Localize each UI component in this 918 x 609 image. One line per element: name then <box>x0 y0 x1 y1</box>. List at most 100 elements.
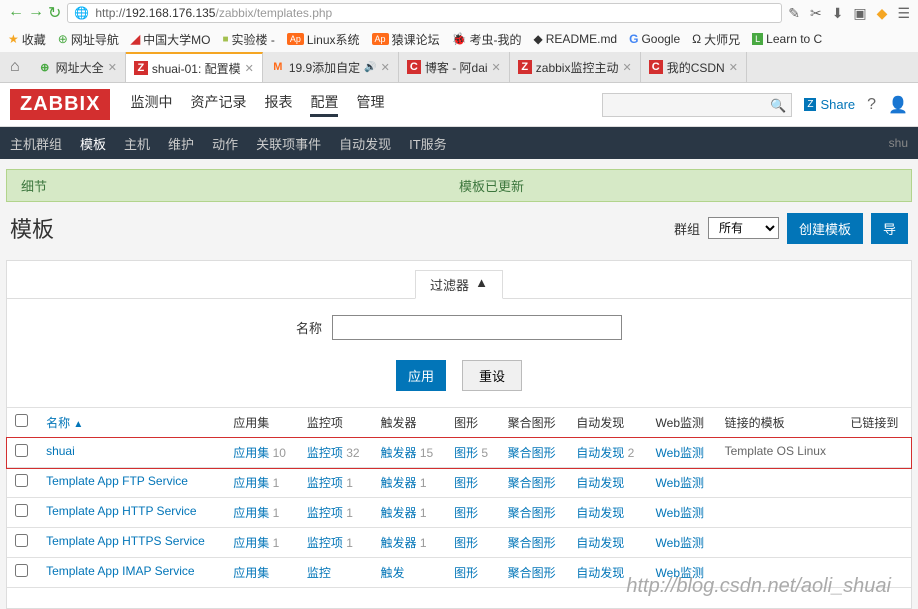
cell-link[interactable]: 触发器 <box>380 536 416 550</box>
cell-link[interactable]: Web监测 <box>656 536 704 550</box>
close-icon[interactable]: ✕ <box>381 61 390 74</box>
browser-tab[interactable]: C我的CSDN✕ <box>641 52 747 82</box>
cell-link[interactable]: 自动发现 <box>576 476 624 490</box>
cell-link[interactable]: Web监测 <box>656 446 704 460</box>
cell-link[interactable]: 图形 <box>454 566 478 580</box>
sound-icon[interactable]: 🔊 <box>364 62 376 73</box>
select-all-checkbox[interactable] <box>15 414 28 427</box>
forward-icon[interactable]: → <box>28 3 44 23</box>
status-detail-link[interactable]: 细节 <box>21 176 459 195</box>
row-checkbox[interactable] <box>15 564 28 577</box>
search-icon[interactable]: 🔍 <box>770 98 786 114</box>
subnav-item[interactable]: 主机群组 <box>10 127 62 160</box>
mainnav-item[interactable]: 配置 <box>310 92 338 117</box>
row-checkbox[interactable] <box>15 534 28 547</box>
cell-link[interactable]: 监控项 <box>307 506 343 520</box>
bookmark-item[interactable]: 🐞考虫-我的 <box>452 31 522 48</box>
download-icon[interactable]: ⬇ <box>832 5 844 22</box>
group-select[interactable]: 所有 <box>708 217 779 239</box>
bookmark-item[interactable]: Ω大师兄 <box>692 31 740 48</box>
reload-icon[interactable]: ↻ <box>48 3 61 23</box>
url-bar[interactable]: 🌐 http:// 192.168.176.135 /zabbix/templa… <box>67 3 782 23</box>
user-icon[interactable]: 👤 <box>888 95 908 115</box>
cell-link[interactable]: 自动发现 <box>576 446 624 460</box>
close-icon[interactable]: ✕ <box>245 62 254 75</box>
cell-link[interactable]: Web监测 <box>656 506 704 520</box>
back-icon[interactable]: ← <box>8 3 24 23</box>
cell-link[interactable]: Web监测 <box>656 566 704 580</box>
search-input[interactable] <box>602 93 792 117</box>
row-checkbox[interactable] <box>15 504 28 517</box>
cell-link[interactable]: 应用集 <box>233 506 269 520</box>
cell-link[interactable]: 应用集 <box>233 446 269 460</box>
bookmark-item[interactable]: ⊕网址导航 <box>58 31 119 48</box>
bookmark-item[interactable]: Ap猿课论坛 <box>372 31 440 48</box>
create-template-button[interactable]: 创建模板 <box>787 213 863 244</box>
extension-icon[interactable]: ◆ <box>877 5 888 22</box>
menu-icon[interactable]: ☰ <box>897 5 910 22</box>
import-button[interactable]: 导 <box>871 213 908 244</box>
bookmark-item[interactable]: ApLinux系统 <box>287 31 360 48</box>
close-icon[interactable]: ✕ <box>108 61 117 74</box>
cell-link[interactable]: 监控 <box>307 566 331 580</box>
close-icon[interactable]: ✕ <box>729 61 738 74</box>
scissors-icon[interactable]: ✂ <box>810 5 822 22</box>
cell-link[interactable]: 监控项 <box>307 476 343 490</box>
close-icon[interactable]: ✕ <box>492 61 501 74</box>
cell-link[interactable]: 触发器 <box>380 506 416 520</box>
cell-link[interactable]: 监控项 <box>307 446 343 460</box>
cell-link[interactable]: Web监测 <box>656 476 704 490</box>
home-icon[interactable]: ⌂ <box>0 52 30 82</box>
template-name-link[interactable]: Template App HTTPS Service <box>46 534 205 548</box>
translate-icon[interactable]: ▣ <box>853 5 866 22</box>
row-checkbox[interactable] <box>15 474 28 487</box>
bookmark-item[interactable]: ◢中国大学MO <box>131 31 211 48</box>
subnav-item[interactable]: 模板 <box>80 127 106 160</box>
bookmark-item[interactable]: LLearn to C <box>752 32 822 46</box>
browser-tab[interactable]: Zshuai-01: 配置模✕ <box>126 52 263 82</box>
template-name-link[interactable]: Template App IMAP Service <box>46 564 195 578</box>
cell-link[interactable]: 触发器 <box>380 446 416 460</box>
cell-link[interactable]: 应用集 <box>233 566 269 580</box>
cell-link[interactable]: 聚合图形 <box>508 506 556 520</box>
browser-tab[interactable]: M19.9添加自定🔊✕ <box>263 52 399 82</box>
browser-tab[interactable]: Zzabbix监控主动✕ <box>510 52 641 82</box>
cell-link[interactable]: 触发器 <box>380 476 416 490</box>
cell-link[interactable]: 聚合图形 <box>508 446 556 460</box>
subnav-item[interactable]: IT服务 <box>409 127 447 160</box>
filter-tab[interactable]: 过滤器 ▲ <box>415 270 503 299</box>
mainnav-item[interactable]: 资产记录 <box>190 92 246 117</box>
bookmark-item[interactable]: ◆README.md <box>534 32 618 46</box>
column-header[interactable]: 名称 ▲ <box>38 408 225 438</box>
cell-link[interactable]: 图形 <box>454 476 478 490</box>
cell-link[interactable]: 图形 <box>454 446 478 460</box>
template-name-link[interactable]: Template App FTP Service <box>46 474 188 488</box>
cell-link[interactable]: 应用集 <box>233 476 269 490</box>
subnav-item[interactable]: 维护 <box>168 127 194 160</box>
cell-link[interactable]: 应用集 <box>233 536 269 550</box>
bookmark-item[interactable]: ■实验楼 - <box>222 31 274 48</box>
help-icon[interactable]: ? <box>867 96 876 114</box>
template-name-link[interactable]: Template App HTTP Service <box>46 504 197 518</box>
subnav-item[interactable]: 自动发现 <box>339 127 391 160</box>
cell-link[interactable]: 触发 <box>380 566 404 580</box>
cell-link[interactable]: 图形 <box>454 536 478 550</box>
zabbix-logo[interactable]: ZABBIX <box>10 89 110 120</box>
share-link[interactable]: ZShare <box>804 97 855 112</box>
cell-link[interactable]: 聚合图形 <box>508 536 556 550</box>
filter-name-input[interactable] <box>332 315 622 340</box>
mainnav-item[interactable]: 报表 <box>264 92 292 117</box>
subnav-item[interactable]: 主机 <box>124 127 150 160</box>
browser-tab[interactable]: C博客 - 阿dai✕ <box>399 52 510 82</box>
bookmark-item[interactable]: GGoogle <box>629 32 680 46</box>
reset-button[interactable]: 重设 <box>462 360 522 391</box>
cell-link[interactable]: 图形 <box>454 506 478 520</box>
subnav-item[interactable]: 动作 <box>212 127 238 160</box>
browser-tab[interactable]: ⊕网址大全✕ <box>30 52 126 82</box>
brush-icon[interactable]: ✎ <box>788 5 800 22</box>
cell-link[interactable]: 聚合图形 <box>508 566 556 580</box>
mainnav-item[interactable]: 管理 <box>356 92 384 117</box>
cell-link[interactable]: 监控项 <box>307 536 343 550</box>
cell-link[interactable]: 自动发现 <box>576 506 624 520</box>
apply-button[interactable]: 应用 <box>396 360 446 391</box>
